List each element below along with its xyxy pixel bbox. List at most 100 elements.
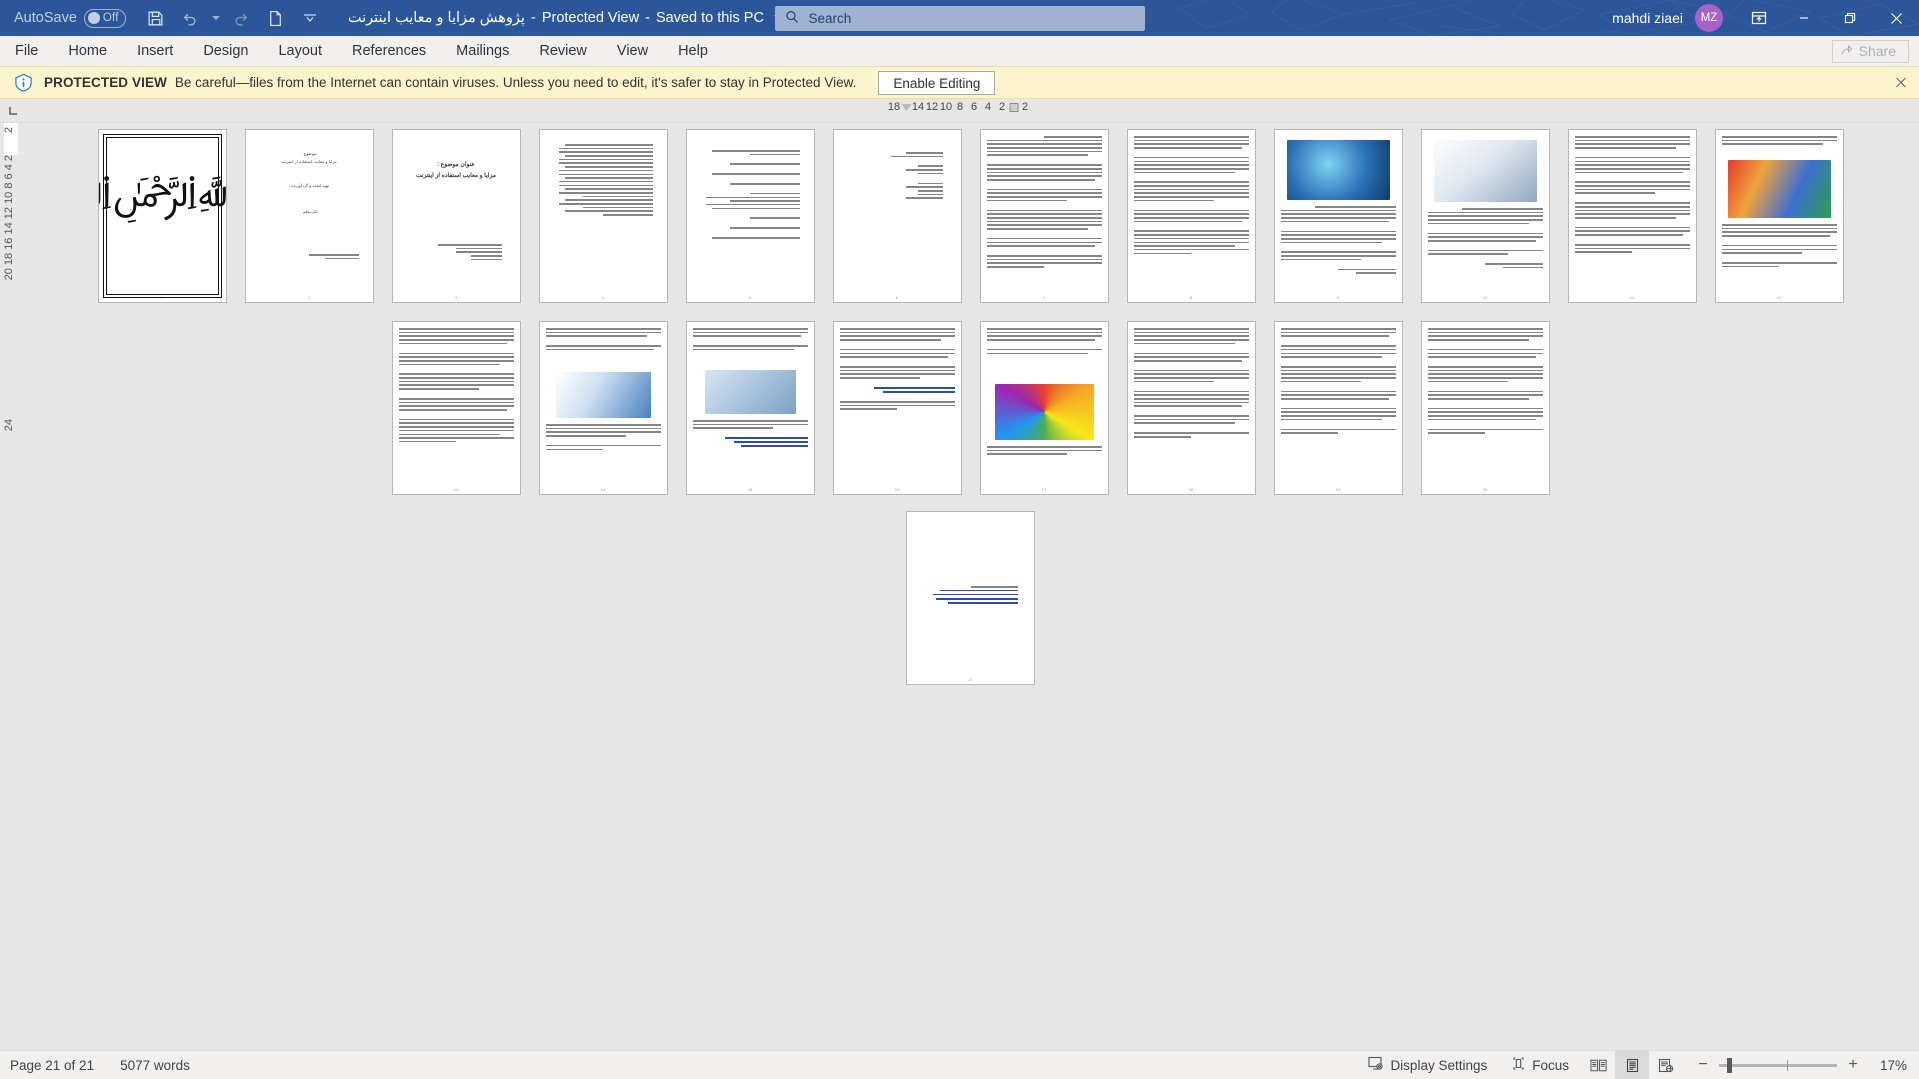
tab-review[interactable]: Review bbox=[524, 36, 602, 66]
page-thumbnail[interactable]: 9 bbox=[1273, 129, 1403, 303]
web-layout-icon[interactable] bbox=[1649, 1051, 1683, 1079]
share-button[interactable]: Share bbox=[1831, 39, 1909, 63]
ruler-tick-18: 18 bbox=[887, 101, 901, 113]
hyperlink-line[interactable] bbox=[940, 589, 1018, 592]
tab-file[interactable]: File bbox=[0, 36, 53, 66]
ruler-tick-12: 12 bbox=[925, 101, 939, 113]
page-thumbnail[interactable]: 12 bbox=[1714, 129, 1844, 303]
page-number: 8 bbox=[1189, 295, 1193, 300]
print-layout-icon[interactable] bbox=[1615, 1050, 1649, 1079]
ruler-tick-6: 6 bbox=[970, 101, 978, 113]
zoom-slider[interactable] bbox=[1719, 1057, 1837, 1073]
tab-mailings[interactable]: Mailings bbox=[441, 36, 524, 66]
page-thumbnail[interactable]: 14 bbox=[538, 321, 668, 495]
text-line bbox=[706, 196, 800, 199]
read-mode-icon[interactable] bbox=[1581, 1051, 1615, 1079]
page-thumbnail[interactable]: 7 bbox=[979, 129, 1109, 303]
page-thumbnail[interactable]: 16 bbox=[832, 321, 962, 495]
restore-icon[interactable] bbox=[1827, 0, 1873, 36]
page-number: 13 bbox=[453, 487, 459, 492]
page-thumbnail[interactable]: 20 bbox=[1420, 321, 1550, 495]
page-image bbox=[1433, 140, 1537, 202]
enable-editing-button[interactable]: Enable Editing bbox=[878, 70, 996, 95]
page-thumbnail[interactable]: 13 bbox=[391, 321, 521, 495]
hyperlink-line[interactable] bbox=[733, 441, 808, 443]
zoom-out-button[interactable]: − bbox=[1697, 1056, 1709, 1074]
display-settings-button[interactable]: Display Settings bbox=[1356, 1051, 1499, 1079]
page-thumbnail[interactable]: 17 bbox=[979, 321, 1109, 495]
page-number: 9 bbox=[1336, 295, 1340, 300]
page-thumbnail[interactable]: عنوان موضوع : مزایا و معایب استفاده از ا… bbox=[391, 129, 521, 303]
search-input[interactable]: Search bbox=[774, 5, 1145, 31]
page-content bbox=[693, 136, 808, 296]
close-icon[interactable] bbox=[1895, 74, 1907, 91]
first-line-indent-marker[interactable] bbox=[901, 103, 911, 111]
page-thumbnail[interactable]: 19 bbox=[1273, 321, 1403, 495]
hyperlink-line[interactable] bbox=[932, 593, 1018, 596]
toc-entry bbox=[565, 210, 653, 212]
account-name[interactable]: mahdi ziaei bbox=[1612, 10, 1683, 26]
ruler-bar: 18 14 12 10 8 6 4 2 2 bbox=[0, 99, 1919, 123]
toc-entry bbox=[559, 169, 653, 172]
page-thumbnail[interactable]: 6 bbox=[832, 129, 962, 303]
page-thumbnail[interactable]: 4 bbox=[538, 129, 668, 303]
page-status[interactable]: Page 21 of 21 bbox=[10, 1058, 94, 1073]
tab-references[interactable]: References bbox=[337, 36, 441, 66]
page-thumbnails-area[interactable]: ﷽ 1 موضوع : مزایا و معایب استفاده از این… bbox=[22, 123, 1919, 1050]
display-settings-label: Display Settings bbox=[1390, 1057, 1488, 1073]
page-number: 18 bbox=[1188, 487, 1194, 492]
horizontal-ruler[interactable]: 18 14 12 10 8 6 4 2 2 bbox=[887, 101, 1032, 113]
focus-button[interactable]: Focus bbox=[1499, 1051, 1581, 1079]
ribbon-display-options-icon[interactable] bbox=[1737, 0, 1781, 36]
ruler-tick-10: 10 bbox=[939, 101, 953, 113]
page-number: 12 bbox=[1776, 295, 1782, 300]
page-thumbnail[interactable]: 8 bbox=[1126, 129, 1256, 303]
hyperlink-line[interactable] bbox=[883, 390, 955, 393]
text-line bbox=[712, 173, 800, 175]
page-number: 2 bbox=[307, 295, 311, 300]
page-thumbnail[interactable]: 18 bbox=[1126, 321, 1256, 495]
page-thumbnail[interactable]: 15 bbox=[685, 321, 815, 495]
close-icon[interactable] bbox=[1873, 0, 1919, 36]
hyperlink-line[interactable] bbox=[947, 601, 1018, 604]
right-indent-marker[interactable] bbox=[1009, 102, 1018, 112]
cover-line: موضوع : bbox=[301, 151, 317, 156]
tab-insert[interactable]: Insert bbox=[122, 36, 188, 66]
tab-help[interactable]: Help bbox=[663, 36, 723, 66]
hyperlink-line[interactable] bbox=[936, 597, 1018, 600]
page-thumbnail[interactable]: 21 bbox=[906, 511, 1035, 685]
cover-line: نام معلم : bbox=[300, 209, 318, 214]
zoom-slider-thumb[interactable] bbox=[1727, 1057, 1732, 1073]
tab-home[interactable]: Home bbox=[53, 36, 122, 66]
text-line bbox=[917, 172, 943, 175]
avatar[interactable]: MZ bbox=[1695, 4, 1723, 32]
hyperlink-line[interactable] bbox=[874, 386, 955, 389]
word-count[interactable]: 5077 words bbox=[120, 1058, 190, 1073]
tab-design[interactable]: Design bbox=[188, 36, 263, 66]
zoom-in-button[interactable]: + bbox=[1847, 1056, 1859, 1074]
hyperlink-line[interactable] bbox=[724, 437, 808, 439]
minimize-icon[interactable] bbox=[1781, 0, 1827, 36]
page-number: 10 bbox=[1482, 295, 1488, 300]
focus-icon bbox=[1511, 1056, 1526, 1074]
vertical-ruler[interactable]: 2 20 18 16 14 12 10 8 6 4 2 24 bbox=[0, 123, 22, 1050]
tab-view[interactable]: View bbox=[602, 36, 663, 66]
hyperlink-line[interactable] bbox=[740, 445, 808, 447]
page-thumbnail[interactable]: 10 bbox=[1420, 129, 1550, 303]
protected-view-message: Be careful—files from the Internet can c… bbox=[174, 75, 857, 90]
page-thumbnail[interactable]: موضوع : مزایا و معایب استفاده از اینترنت… bbox=[244, 129, 374, 303]
status-bar-right: Display Settings Focus − + 17% bbox=[1356, 1050, 1907, 1079]
page-thumbnail[interactable]: 5 bbox=[685, 129, 815, 303]
page-content: موضوع : مزایا و معایب استفاده از اینترنت… bbox=[252, 136, 367, 296]
page-thumbnail[interactable]: 11 bbox=[1567, 129, 1697, 303]
zoom-level[interactable]: 17% bbox=[1869, 1058, 1907, 1073]
tab-layout[interactable]: Layout bbox=[263, 36, 337, 66]
text-line bbox=[970, 586, 1018, 588]
body-text-block bbox=[545, 424, 661, 452]
zoom-slider-midpoint bbox=[1787, 1059, 1789, 1071]
toc-entry bbox=[565, 155, 653, 157]
left-tab-stop-icon[interactable] bbox=[2, 99, 24, 122]
page-thumbnail[interactable]: ﷽ 1 bbox=[97, 129, 227, 303]
